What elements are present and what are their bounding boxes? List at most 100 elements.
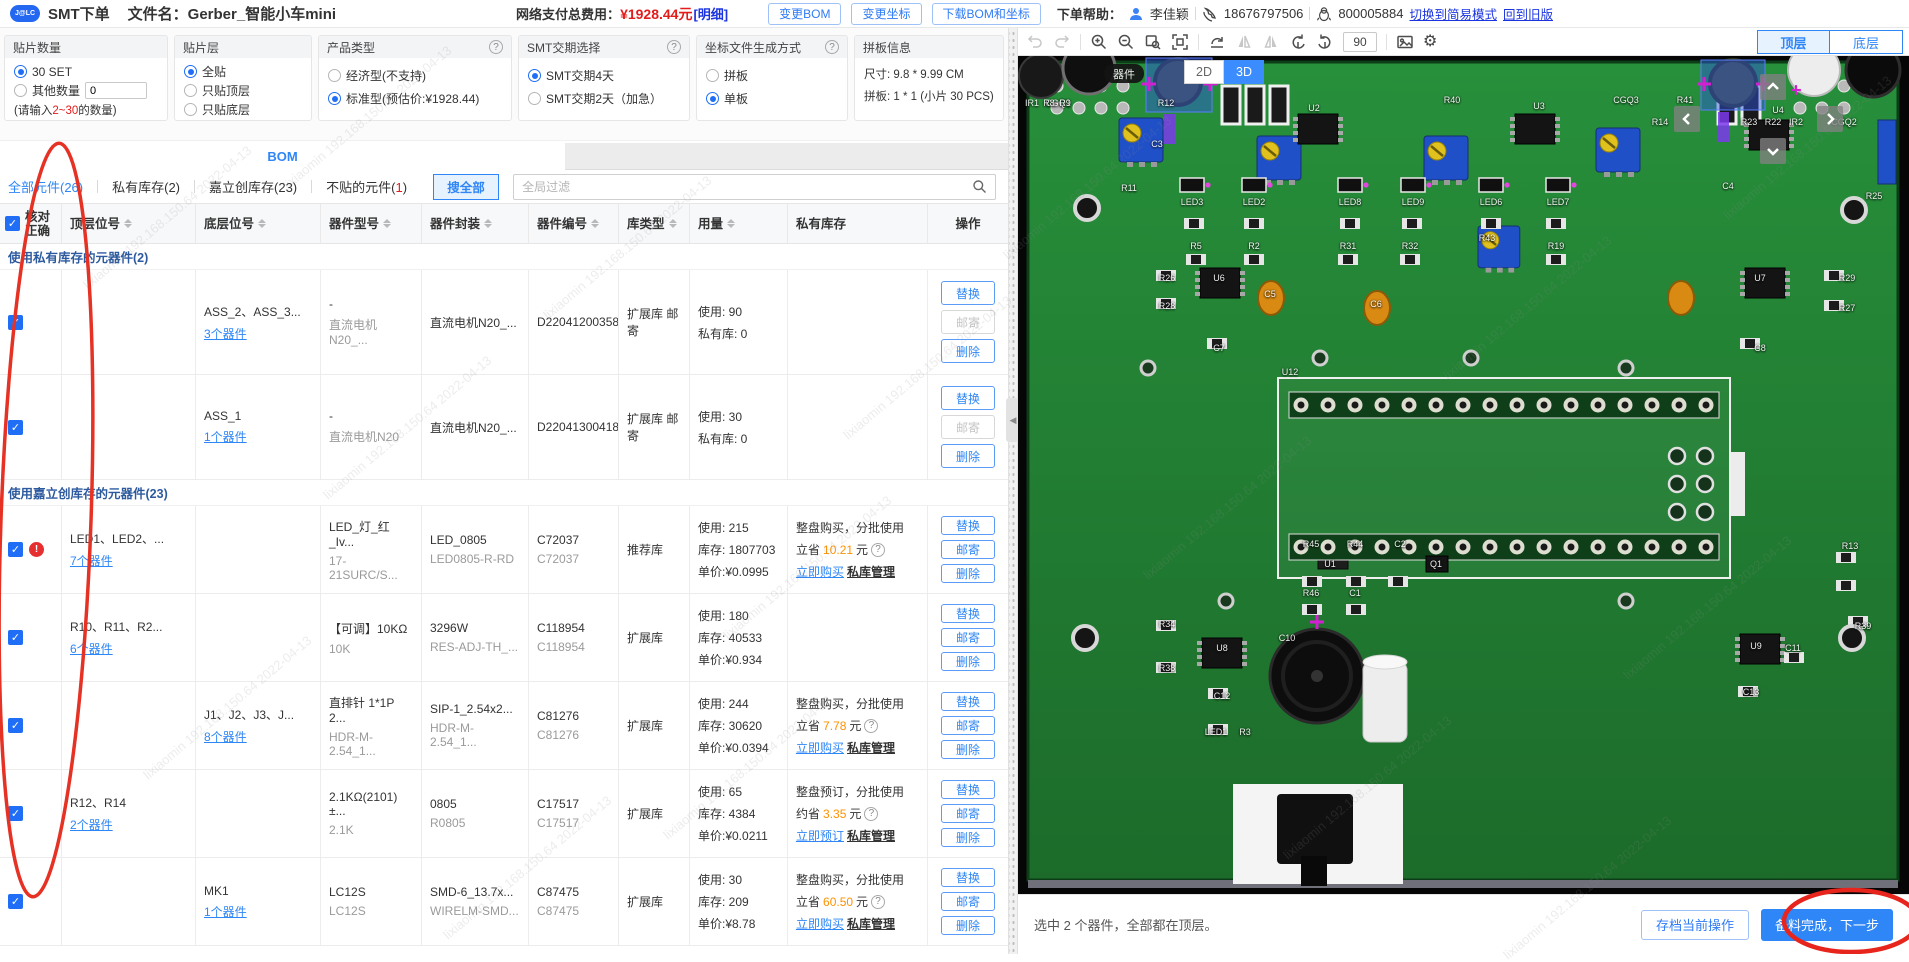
delete-button[interactable]: 删除 — [941, 564, 995, 583]
qty-other-radio[interactable] — [14, 84, 27, 97]
private-lib-manage-link[interactable]: 私库管理 — [847, 563, 895, 580]
delete-button[interactable]: 删除 — [941, 740, 995, 759]
change-bom-button[interactable]: 变更BOM — [768, 3, 841, 25]
row-checkbox[interactable]: ✓ — [8, 315, 23, 330]
buy-now-link[interactable]: 立即购买 — [796, 739, 844, 756]
mail-button[interactable]: 邮寄 — [941, 415, 995, 439]
delete-button[interactable]: 删除 — [941, 444, 995, 468]
qty-other-input[interactable] — [85, 82, 147, 99]
replace-button[interactable]: 替换 — [941, 604, 995, 623]
fee-detail-link[interactable]: [明细] — [693, 4, 728, 23]
tab-bom[interactable]: BOM — [0, 143, 565, 170]
undo-icon[interactable] — [1026, 33, 1044, 51]
sort-icon[interactable] — [258, 219, 266, 228]
filter-jlc-stock[interactable]: 嘉立创库存(23) — [209, 177, 297, 196]
designator-count-link[interactable]: 6个器件 — [70, 640, 187, 657]
download-bom-coord-button[interactable]: 下载BOM和坐标 — [932, 3, 1041, 25]
search-icon[interactable] — [972, 179, 987, 194]
row-checkbox[interactable]: ✓ — [8, 630, 23, 645]
zoom-out-icon[interactable] — [1117, 33, 1135, 51]
layer-top-radio[interactable] — [184, 84, 197, 97]
bottom-layer-button[interactable]: 底层 — [1830, 30, 1903, 54]
mail-button[interactable]: 邮寄 — [941, 892, 995, 911]
redo-icon[interactable] — [1053, 33, 1071, 51]
replace-button[interactable]: 替换 — [941, 386, 995, 410]
rotate-cw-90-icon[interactable] — [1316, 33, 1334, 51]
row-checkbox[interactable]: ✓ — [8, 420, 23, 435]
replace-button[interactable]: 替换 — [941, 281, 995, 305]
qty-30-radio[interactable] — [14, 65, 27, 78]
mail-button[interactable]: 邮寄 — [941, 310, 995, 334]
zoom-window-icon[interactable] — [1144, 33, 1162, 51]
mail-button[interactable]: 邮寄 — [941, 540, 995, 559]
row-checkbox[interactable]: ✓ — [8, 718, 23, 733]
lead-4d-radio[interactable] — [528, 69, 541, 82]
layer-bottom-radio[interactable] — [184, 103, 197, 116]
pan-left-button[interactable] — [1674, 106, 1700, 132]
help-icon[interactable]: ? — [871, 543, 885, 557]
filter-private-stock[interactable]: 私有库存(2) — [112, 177, 180, 196]
help-icon[interactable]: ? — [489, 40, 503, 54]
private-lib-manage-link[interactable]: 私库管理 — [847, 915, 895, 932]
replace-button[interactable]: 替换 — [941, 516, 995, 535]
coord-panel-radio[interactable] — [706, 69, 719, 82]
coord-single-radio[interactable] — [706, 92, 719, 105]
buy-now-link[interactable]: 立即购买 — [796, 915, 844, 932]
rotate-angle-input[interactable] — [1343, 32, 1377, 52]
mail-button[interactable]: 邮寄 — [941, 804, 995, 823]
designator-count-link[interactable]: 7个器件 — [70, 552, 187, 569]
next-step-button[interactable]: 备料完成，下一步 — [1761, 909, 1893, 941]
layer-all-radio[interactable] — [184, 65, 197, 78]
global-filter-input[interactable] — [522, 180, 972, 194]
designator-count-link[interactable]: 1个器件 — [204, 903, 312, 920]
mail-button[interactable]: 邮寄 — [941, 716, 995, 735]
sort-icon[interactable] — [383, 219, 391, 228]
private-lib-manage-link[interactable]: 私库管理 — [847, 739, 895, 756]
buy-now-link[interactable]: 立即购买 — [796, 563, 844, 580]
designator-count-link[interactable]: 8个器件 — [204, 728, 312, 745]
change-coord-button[interactable]: 变更坐标 — [851, 3, 921, 25]
designator-count-link[interactable]: 3个器件 — [204, 325, 312, 342]
pane-splitter[interactable]: ◀ — [1008, 28, 1018, 954]
replace-button[interactable]: 替换 — [941, 692, 995, 711]
designator-count-link[interactable]: 1个器件 — [204, 428, 312, 445]
delete-button[interactable]: 删除 — [941, 828, 995, 847]
mode-3d-button[interactable]: 3D — [1224, 60, 1264, 84]
row-checkbox[interactable]: ✓ — [8, 894, 23, 909]
rotate-board-icon[interactable] — [1208, 33, 1226, 51]
filter-all-parts[interactable]: 全部元件(26) — [8, 177, 83, 196]
pan-up-button[interactable] — [1760, 74, 1786, 100]
old-version-link[interactable]: 回到旧版 — [1503, 4, 1553, 23]
sort-icon[interactable] — [484, 219, 492, 228]
help-icon[interactable]: ? — [871, 895, 885, 909]
sort-icon[interactable] — [727, 219, 735, 228]
sort-icon[interactable] — [124, 219, 132, 228]
rotate-ccw-90-icon[interactable] — [1289, 33, 1307, 51]
filter-not-placed[interactable]: 不贴的元件(1) — [326, 177, 407, 196]
settings-gear-icon[interactable]: ⚙ — [1423, 34, 1437, 50]
row-checkbox[interactable]: ✓ — [8, 806, 23, 821]
delete-button[interactable]: 删除 — [941, 339, 995, 363]
product-standard-radio[interactable] — [328, 92, 341, 105]
top-layer-button[interactable]: 顶层 — [1757, 30, 1830, 54]
row-checkbox[interactable]: ✓ — [8, 542, 23, 557]
pcb-viewport[interactable]: CGQ1IR1R8R9R12C3R11U2R40U3CGQ3R41U4R14R2… — [1018, 56, 1909, 894]
replace-button[interactable]: 替换 — [941, 780, 995, 799]
select-all-checkbox[interactable]: ✓ — [5, 216, 20, 231]
image-export-icon[interactable] — [1396, 33, 1414, 51]
archive-button[interactable]: 存档当前操作 — [1641, 910, 1749, 940]
pan-down-button[interactable] — [1760, 138, 1786, 164]
fit-view-icon[interactable] — [1171, 33, 1189, 51]
zoom-in-icon[interactable] — [1090, 33, 1108, 51]
delete-button[interactable]: 删除 — [941, 652, 995, 671]
mail-button[interactable]: 邮寄 — [941, 628, 995, 647]
buy-now-link[interactable]: 立即预订 — [796, 827, 844, 844]
product-economy-radio[interactable] — [328, 69, 341, 82]
mode-2d-button[interactable]: 2D — [1184, 60, 1224, 84]
help-icon[interactable]: ? — [864, 719, 878, 733]
replace-button[interactable]: 替换 — [941, 868, 995, 887]
private-lib-manage-link[interactable]: 私库管理 — [847, 827, 895, 844]
lead-2d-radio[interactable] — [528, 92, 541, 105]
help-icon[interactable]: ? — [825, 40, 839, 54]
designator-count-link[interactable]: 2个器件 — [70, 816, 187, 833]
